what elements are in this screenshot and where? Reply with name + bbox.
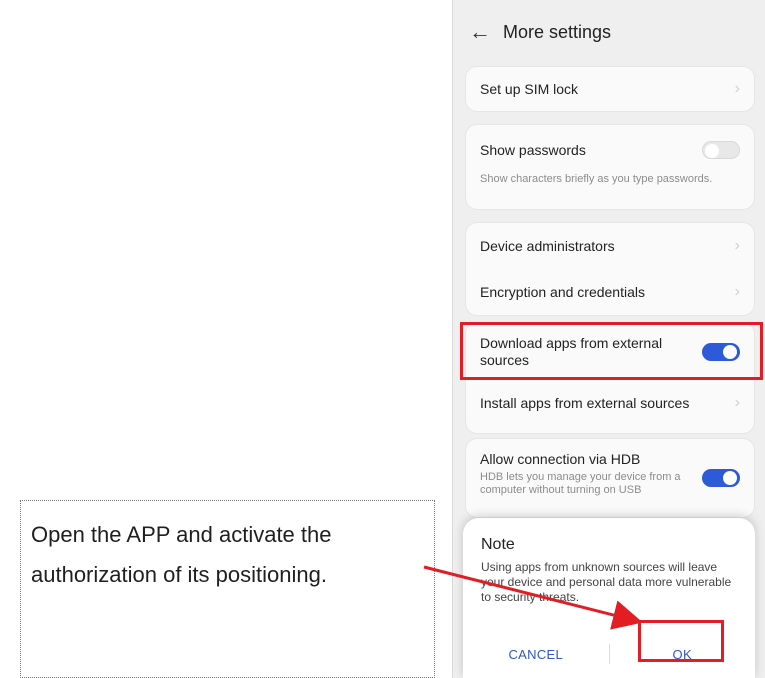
setting-device-administrators[interactable]: Device administrators ›	[466, 223, 754, 269]
highlight-download-external	[460, 322, 763, 380]
chevron-right-icon: ›	[734, 80, 740, 97]
top-bar: ← More settings	[453, 0, 765, 64]
setting-encryption-credentials[interactable]: Encryption and credentials ›	[466, 269, 754, 315]
setting-allow-hdb-helper: HDB lets you manage your device from a c…	[480, 471, 681, 496]
sim-lock-card: Set up SIM lock ›	[465, 66, 755, 112]
hdb-card: Allow connection via HDB HDB lets you ma…	[465, 438, 755, 518]
page-title: More settings	[503, 21, 612, 42]
dialog-body: Using apps from unknown sources will lea…	[481, 560, 732, 604]
setting-allow-hdb[interactable]: Allow connection via HDB HDB lets you ma…	[466, 439, 754, 517]
phone-screen: ← More settings Set up SIM lock › Show p…	[453, 0, 765, 678]
setting-sim-lock[interactable]: Set up SIM lock ›	[466, 67, 754, 111]
chevron-right-icon: ›	[734, 283, 740, 300]
annotation-text: Open the APP and activate the authorizat…	[31, 522, 332, 587]
setting-install-external[interactable]: Install apps from external sources ›	[466, 379, 754, 427]
toggle-knob	[705, 144, 719, 158]
show-passwords-card: Show passwords Show characters briefly a…	[465, 124, 755, 210]
chevron-right-icon: ›	[734, 237, 740, 254]
chevron-right-icon: ›	[734, 394, 740, 411]
setting-show-passwords-label: Show passwords	[480, 142, 586, 158]
annotation-box: Open the APP and activate the authorizat…	[20, 500, 435, 678]
setting-allow-hdb-text: Allow connection via HDB HDB lets you ma…	[480, 451, 702, 497]
cancel-button[interactable]: CANCEL	[463, 647, 609, 662]
setting-device-administrators-label: Device administrators	[480, 238, 615, 254]
toggle-knob	[723, 471, 737, 485]
setting-encryption-credentials-label: Encryption and credentials	[480, 284, 645, 300]
security-card: Device administrators › Encryption and c…	[465, 222, 755, 316]
highlight-ok-button	[638, 620, 724, 662]
dialog-title: Note	[481, 536, 515, 553]
setting-show-passwords[interactable]: Show passwords	[466, 125, 754, 175]
setting-sim-lock-label: Set up SIM lock	[480, 81, 579, 97]
show-passwords-toggle[interactable]	[702, 141, 740, 159]
back-arrow-icon[interactable]: ←	[469, 21, 491, 43]
setting-install-external-label: Install apps from external sources	[480, 395, 690, 411]
allow-hdb-toggle[interactable]	[702, 469, 740, 487]
setting-allow-hdb-label: Allow connection via HDB	[480, 451, 641, 467]
